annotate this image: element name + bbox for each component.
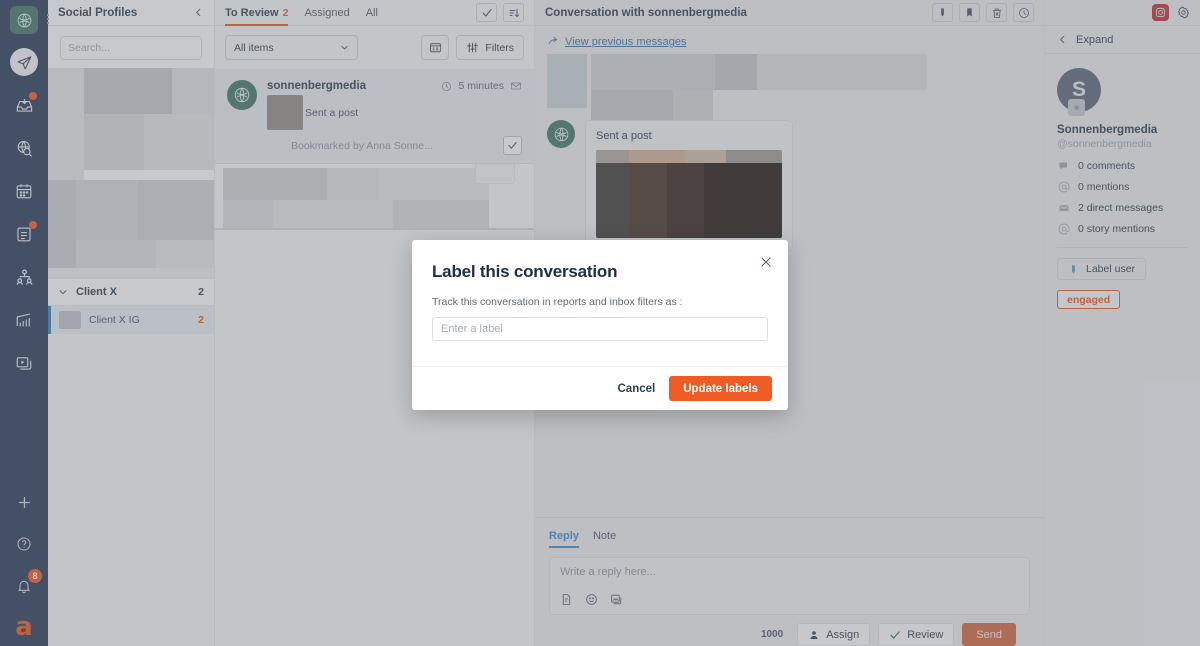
update-labels-button[interactable]: Update labels: [669, 376, 772, 401]
app-root: 8 a Social Profiles Search... Client X 2…: [0, 0, 1200, 646]
cancel-button[interactable]: Cancel: [618, 383, 656, 395]
modal-title: Label this conversation: [432, 262, 618, 281]
modal-body: Label this conversation Track this conve…: [412, 240, 788, 366]
label-input[interactable]: [432, 317, 768, 341]
modal-subtitle: Track this conversation in reports and i…: [432, 296, 683, 308]
close-icon: [761, 257, 771, 267]
modal-footer: Cancel Update labels: [412, 366, 788, 410]
close-modal-button[interactable]: [758, 254, 774, 270]
label-conversation-modal: Label this conversation Track this conve…: [412, 240, 788, 410]
